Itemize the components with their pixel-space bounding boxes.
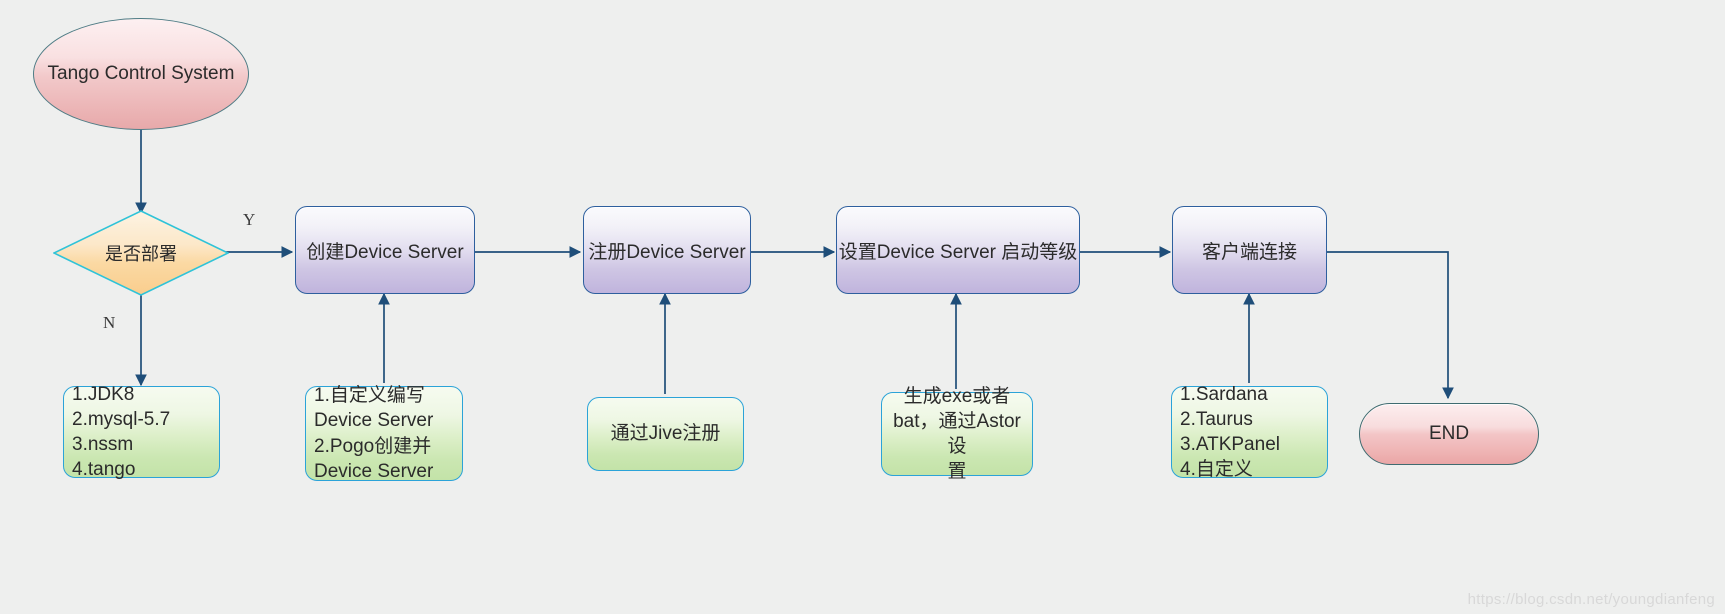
start-node-label: Tango Control System [47, 63, 235, 84]
client-connect-note[interactable]: 1.Sardana 2.Taurus 3.ATKPanel 4.自定义 [1171, 384, 1328, 480]
process-create-device-server[interactable]: 创建Device Server [295, 206, 475, 294]
process-set-startup-level[interactable]: 设置Device Server 启动等级 [836, 206, 1080, 294]
client-connect-note-label: 1.Sardana 2.Taurus 3.ATKPanel 4.自定义 [1180, 383, 1280, 481]
flowchart-canvas: Tango Control System 是否部署 Y N 1.JDK8 2.m… [0, 0, 1725, 614]
process-register-device-server-label: 注册Device Server [588, 241, 746, 263]
flowchart-edges [135, 129, 1454, 400]
prerequisites-note[interactable]: 1.JDK8 2.mysql-5.7 3.nssm 4.tango [63, 384, 220, 480]
startup-level-note-label: 生成exe或者 bat，通过Astor设 置 [893, 385, 1021, 483]
process-create-device-server-label: 创建Device Server [306, 241, 464, 263]
create-device-server-note[interactable]: 1.自定义编写 Device Server 2.Pogo创建并 Device S… [305, 385, 463, 482]
edge-client-to-end [1327, 251, 1454, 400]
end-node[interactable]: END [1359, 403, 1539, 465]
startup-level-note[interactable]: 生成exe或者 bat，通过Astor设 置 [881, 386, 1033, 482]
create-device-server-note-label: 1.自定义编写 Device Server 2.Pogo创建并 Device S… [314, 385, 434, 482]
process-set-startup-level-label: 设置Device Server 启动等级 [838, 241, 1078, 263]
edge-label-no: N [103, 313, 116, 332]
register-device-server-note[interactable]: 通过Jive注册 [587, 397, 744, 471]
process-client-connect[interactable]: 客户端连接 [1172, 206, 1327, 294]
edge-label-yes: Y [243, 210, 256, 229]
decision-node[interactable]: 是否部署 [53, 210, 229, 296]
watermark: https://blog.csdn.net/youngdianfeng [1467, 591, 1715, 608]
register-device-server-note-label: 通过Jive注册 [610, 423, 721, 445]
decision-node-label: 是否部署 [105, 244, 177, 264]
end-node-label: END [1428, 423, 1470, 444]
start-node[interactable]: Tango Control System [33, 18, 249, 130]
prerequisites-note-label: 1.JDK8 2.mysql-5.7 3.nssm 4.tango [72, 383, 171, 481]
process-client-connect-label: 客户端连接 [1201, 241, 1297, 263]
process-register-device-server[interactable]: 注册Device Server [583, 206, 751, 294]
